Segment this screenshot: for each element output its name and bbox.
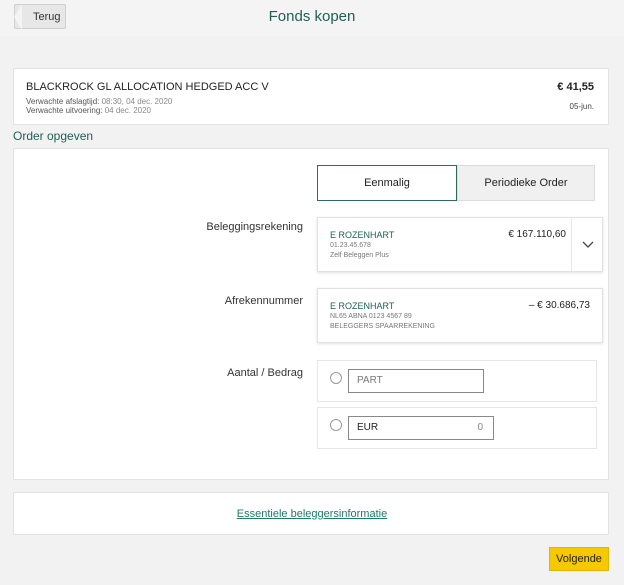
quantity-amount-label: Aantal / Bedrag [227, 367, 303, 379]
cutoff-time: Verwachte afslagtijd: 08:30, 04 dec. 202… [26, 97, 172, 106]
settlement-account-label: Afrekennummer [224, 295, 303, 307]
info-card: Essentiele beleggersinformatie [13, 492, 609, 535]
execution-date: Verwachte uitvoering: 04 dec. 2020 [26, 106, 151, 115]
fund-name: BLACKROCK GL ALLOCATION HEDGED ACC V [26, 81, 269, 93]
amount-input[interactable]: EUR 0 [348, 416, 494, 440]
settlement-account: E ROZENHART NL65 ABNA 0123 4567 89 BELEG… [317, 288, 603, 343]
amount-value: 0 [477, 422, 483, 433]
units-placeholder: PART [357, 375, 383, 386]
next-button[interactable]: Volgende [549, 547, 609, 571]
account-balance: € 167.110,60 [508, 229, 566, 240]
price-date: 05-jun. [569, 102, 594, 111]
investment-account-select[interactable]: E ROZENHART 01.23.45.678 Zelf Beleggen P… [317, 217, 603, 272]
settlement-holder-name: E ROZENHART [330, 301, 395, 311]
account-holder-name: E ROZENHART [330, 230, 395, 240]
section-title: Order opgeven [13, 129, 94, 143]
order-form-card: Eenmalig Periodieke Order Beleggingsreke… [13, 148, 609, 480]
units-option: PART [317, 360, 597, 402]
settlement-account-type: BELEGGERS SPAARREKENING [330, 323, 435, 330]
settlement-balance: – € 30.686,73 [528, 300, 590, 311]
amount-option: EUR 0 [317, 407, 597, 449]
tab-eenmalig[interactable]: Eenmalig [317, 165, 457, 201]
top-bar: Terug Fonds kopen [0, 0, 624, 36]
execution-value: 04 dec. 2020 [104, 106, 151, 115]
settlement-iban: NL65 ABNA 0123 4567 89 [330, 313, 412, 320]
dropdown-divider [571, 218, 572, 271]
tab-periodieke-order[interactable]: Periodieke Order [457, 165, 595, 201]
amount-radio[interactable] [330, 419, 342, 431]
account-type: Zelf Beleggen Plus [330, 252, 389, 259]
key-investor-info-link[interactable]: Essentiele beleggersinformatie [14, 508, 610, 520]
cutoff-label: Verwachte afslagtijd: [26, 97, 100, 106]
units-input[interactable]: PART [348, 369, 484, 393]
cutoff-value: 08:30, 04 dec. 2020 [101, 97, 173, 106]
units-radio[interactable] [330, 372, 342, 384]
chevron-down-icon[interactable] [582, 238, 594, 250]
investment-account-label: Beleggingsrekening [206, 221, 303, 233]
currency-label: EUR [357, 422, 379, 433]
account-number: 01.23.45.678 [330, 242, 371, 249]
execution-label: Verwachte uitvoering: [26, 106, 103, 115]
fund-price: € 41,55 [557, 81, 594, 93]
fund-summary-card: BLACKROCK GL ALLOCATION HEDGED ACC V Ver… [13, 68, 609, 125]
page-title: Fonds kopen [268, 8, 356, 25]
